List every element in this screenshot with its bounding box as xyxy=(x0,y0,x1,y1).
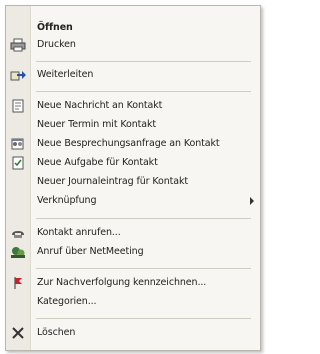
menu-separator xyxy=(36,218,251,219)
menu-item-label: Kontakt anrufen... xyxy=(37,227,121,238)
menu-item-flag-followup[interactable]: Zur Nachverfolgung kennzeichnen... xyxy=(6,274,260,292)
menu-separator xyxy=(36,318,251,319)
menu-item-label: Neuer Termin mit Kontakt xyxy=(37,119,157,130)
menu-item-delete[interactable]: Löschen xyxy=(6,324,260,342)
menu-item-categories[interactable]: Kategorien... xyxy=(6,293,260,311)
submenu-arrow-icon xyxy=(250,197,254,205)
menu-item-new-journal-entry[interactable]: Neuer Journaleintrag für Kontakt xyxy=(6,173,260,191)
menu-item-open[interactable]: Öffnen xyxy=(6,19,260,37)
menu-separator xyxy=(36,91,251,92)
context-menu: Öffnen Drucken Weiterleiten Neue Nachric… xyxy=(5,5,261,351)
delete-icon xyxy=(10,326,26,340)
menu-item-label: Drucken xyxy=(37,39,76,50)
menu-item-label: Neue Aufgabe für Kontakt xyxy=(37,157,158,168)
menu-item-new-task[interactable]: Neue Aufgabe für Kontakt xyxy=(6,154,260,172)
menu-item-label: Neue Besprechungsanfrage an Kontakt xyxy=(37,138,220,149)
menu-item-label: Kategorien... xyxy=(37,296,97,307)
menu-item-label: Neuer Journaleintrag für Kontakt xyxy=(37,176,189,187)
menu-item-label: Weiterleiten xyxy=(37,69,94,80)
menu-item-new-appointment[interactable]: Neuer Termin mit Kontakt xyxy=(6,116,260,134)
menu-item-print[interactable]: Drucken xyxy=(6,36,260,54)
menu-item-new-meeting-request[interactable]: Neue Besprechungsanfrage an Kontakt xyxy=(6,135,260,153)
menu-separator xyxy=(36,61,251,62)
menu-item-label: Löschen xyxy=(37,327,76,338)
menu-item-label: Zur Nachverfolgung kennzeichnen... xyxy=(37,277,207,288)
new-message-icon xyxy=(10,99,26,113)
page: Öffnen Drucken Weiterleiten Neue Nachric… xyxy=(0,0,264,354)
menu-item-forward[interactable]: Weiterleiten xyxy=(6,66,260,84)
menu-separator xyxy=(36,268,251,269)
menu-item-link[interactable]: Verknüpfung xyxy=(6,192,260,210)
flag-icon xyxy=(10,276,26,290)
phone-icon xyxy=(10,226,26,240)
menu-item-new-message[interactable]: Neue Nachricht an Kontakt xyxy=(6,97,260,115)
task-icon xyxy=(10,156,26,170)
menu-item-label: Neue Nachricht an Kontakt xyxy=(37,100,163,111)
printer-icon xyxy=(10,38,26,52)
netmeeting-icon xyxy=(10,245,26,259)
menu-item-label: Anruf über NetMeeting xyxy=(37,246,144,257)
meeting-request-icon xyxy=(10,137,26,151)
menu-item-label: Öffnen xyxy=(37,22,73,33)
menu-item-netmeeting-call[interactable]: Anruf über NetMeeting xyxy=(6,243,260,261)
menu-item-call-contact[interactable]: Kontakt anrufen... xyxy=(6,224,260,242)
menu-item-label: Verknüpfung xyxy=(37,195,97,206)
forward-icon xyxy=(10,68,26,82)
